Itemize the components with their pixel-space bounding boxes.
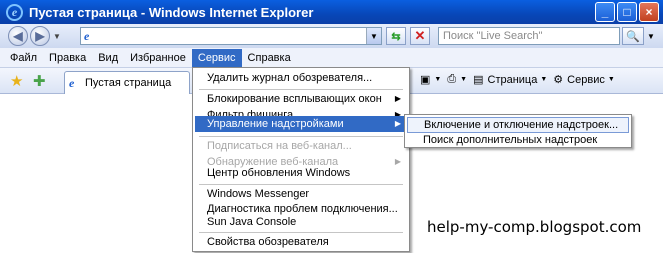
- print-dropdown-icon[interactable]: ▼: [460, 76, 467, 83]
- tools-dropdown-icon[interactable]: ▼: [608, 76, 615, 83]
- minimize-button[interactable]: _: [595, 2, 615, 22]
- menu-separator: [199, 232, 403, 233]
- window-controls: _ □ ×: [595, 2, 659, 22]
- menu-separator: [199, 89, 403, 90]
- gear-icon[interactable]: ⚙: [553, 73, 563, 86]
- address-dropdown-icon[interactable]: ▼: [366, 28, 381, 44]
- menu-separator: [199, 184, 403, 185]
- watermark-text: help-my-comp.blogspot.com: [427, 218, 642, 236]
- submenu-item-find-more-addons[interactable]: Поиск дополнительных надстроек: [407, 132, 629, 148]
- maximize-button[interactable]: □: [617, 2, 637, 22]
- menu-item-label: Windows Messenger: [207, 188, 310, 200]
- add-favorites-icon[interactable]: ✚: [33, 72, 46, 90]
- menu-item-windows-messenger[interactable]: Windows Messenger: [195, 186, 407, 202]
- manage-addons-submenu: Включение и отключение надстроек... Поис…: [404, 114, 632, 148]
- forward-button[interactable]: ▶: [30, 26, 50, 46]
- menu-separator: [199, 136, 403, 137]
- ie-logo-icon: e: [6, 3, 23, 21]
- submenu-item-label: Поиск дополнительных надстроек: [423, 134, 598, 146]
- menu-edit[interactable]: Правка: [43, 49, 92, 67]
- page-menu-button[interactable]: Страница: [488, 74, 538, 86]
- printer-icon[interactable]: ⎙: [447, 73, 456, 86]
- tab-ie-icon: e: [69, 76, 75, 90]
- history-dropdown-icon[interactable]: ▼: [53, 32, 61, 41]
- menu-view[interactable]: Вид: [92, 49, 124, 67]
- tab-blank-page[interactable]: e Пустая страница: [64, 71, 190, 94]
- menu-item-label: Центр обновления Windows: [207, 167, 351, 179]
- page-dropdown-icon[interactable]: ▼: [540, 76, 547, 83]
- menu-help[interactable]: Справка: [242, 49, 297, 67]
- menu-file[interactable]: Файл: [4, 49, 43, 67]
- page-icon[interactable]: ▤: [473, 73, 483, 86]
- menu-item-label: Удалить журнал обозревателя...: [207, 72, 373, 84]
- search-options-icon[interactable]: ▼: [645, 27, 657, 45]
- window-title: Пустая страница - Windows Internet Explo…: [29, 4, 314, 20]
- menu-bar: Файл Правка Вид Избранное Сервис Справка: [0, 48, 663, 68]
- menu-item-label: Управление надстройками: [207, 118, 344, 130]
- menu-item-windows-update[interactable]: Центр обновления Windows: [195, 165, 407, 181]
- menu-item-subscribe-feed: Подписаться на веб-канал...: [195, 138, 407, 154]
- submenu-arrow-icon: ▶: [394, 119, 401, 128]
- menu-item-label: Sun Java Console: [207, 216, 297, 228]
- back-button[interactable]: ◀: [8, 26, 28, 46]
- menu-item-internet-options[interactable]: Свойства обозревателя: [195, 234, 407, 250]
- menu-item-manage-addons[interactable]: Управление надстройками ▶: [195, 116, 407, 132]
- submenu-arrow-icon: ▶: [394, 94, 401, 103]
- menu-favorites[interactable]: Избранное: [124, 49, 192, 67]
- go-arrows-icon[interactable]: ⇆: [386, 27, 406, 45]
- tab-label: Пустая страница: [85, 77, 172, 89]
- magnifier-icon[interactable]: 🔍: [622, 27, 644, 45]
- menu-item-label: Подписаться на веб-канал...: [207, 140, 352, 152]
- menu-item-label: Блокирование всплывающих окон: [207, 93, 382, 105]
- submenu-item-enable-disable-addons[interactable]: Включение и отключение надстроек...: [407, 117, 629, 133]
- menu-tools[interactable]: Сервис: [191, 48, 242, 67]
- stop-icon[interactable]: ✕: [410, 27, 430, 45]
- search-input[interactable]: Поиск "Live Search": [438, 27, 620, 45]
- menu-item-label: Свойства обозревателя: [207, 236, 329, 248]
- address-bar[interactable]: e ▼: [80, 27, 382, 45]
- close-button[interactable]: ×: [639, 2, 659, 22]
- feed-icon[interactable]: ▣: [420, 73, 430, 86]
- favorites-star-icon[interactable]: ★: [10, 72, 23, 90]
- menu-item-popup-blocker[interactable]: Блокирование всплывающих окон ▶: [195, 91, 407, 107]
- tools-menu-button[interactable]: Сервис: [567, 74, 605, 86]
- menu-item-delete-history[interactable]: Удалить журнал обозревателя...: [195, 70, 407, 86]
- tools-dropdown-menu: Удалить журнал обозревателя... Блокирова…: [192, 67, 410, 252]
- navigation-bar: ◀ ▶ ▼ e ▼ ⇆ ✕ Поиск "Live Search" 🔍 ▼: [0, 24, 663, 48]
- feed-dropdown-icon[interactable]: ▼: [434, 76, 441, 83]
- submenu-item-label: Включение и отключение надстроек...: [424, 119, 619, 131]
- menu-item-java-console[interactable]: Sun Java Console: [195, 214, 407, 230]
- window-title-bar: e Пустая страница - Windows Internet Exp…: [0, 0, 663, 24]
- command-bar: ▣ ▼ ⎙ ▼ ▤ Страница ▼ ⚙ Сервис ▼: [420, 73, 621, 86]
- page-ie-icon: e: [84, 29, 90, 43]
